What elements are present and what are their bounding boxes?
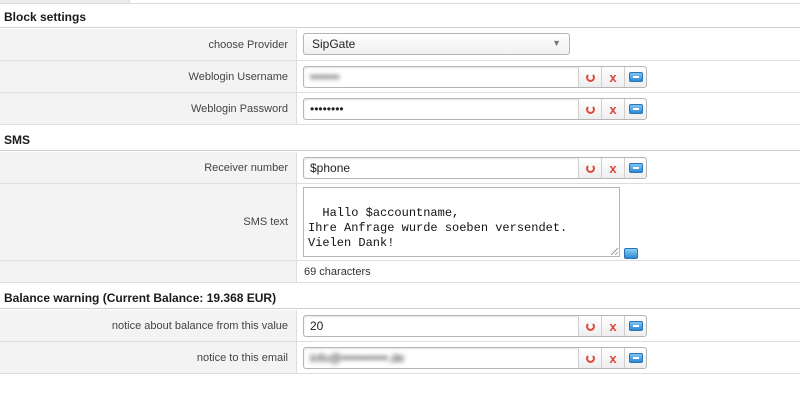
balance-threshold-clear-button[interactable]: x: [601, 316, 624, 336]
variables-icon: [628, 163, 643, 173]
reset-icon: [585, 163, 595, 173]
password-clear-button[interactable]: x: [601, 99, 624, 119]
receiver-input[interactable]: $phone: [304, 158, 578, 178]
reset-icon: [585, 104, 595, 114]
receiver-label: Receiver number: [204, 161, 288, 174]
row-char-count: [0, 261, 800, 283]
provider-select-value: SipGate: [312, 37, 356, 51]
variables-icon: [628, 353, 643, 363]
username-variables-button[interactable]: [624, 67, 646, 87]
variables-icon: [628, 321, 643, 331]
notice-email-reset-button[interactable]: [578, 348, 601, 368]
close-icon: x: [609, 101, 617, 117]
sms-text-textarea[interactable]: Hallo $accountname, Ihre Anfrage wurde s…: [303, 187, 620, 257]
password-field: •••••••• x: [303, 98, 647, 120]
balance-threshold-field: 20 x: [303, 315, 647, 337]
notice-email-input[interactable]: info@•••••••••••.de: [304, 348, 578, 368]
username-reset-button[interactable]: [578, 67, 601, 87]
section-header-sms: SMS: [0, 127, 800, 151]
username-field: ••••••• x: [303, 66, 647, 88]
resize-grip-icon[interactable]: [611, 248, 618, 255]
close-icon: x: [609, 318, 617, 334]
variables-icon: [628, 72, 643, 82]
section-header-balance-warning: Balance warning (Current Balance: 19.368…: [0, 285, 800, 309]
receiver-variables-button[interactable]: [624, 158, 646, 178]
balance-threshold-reset-button[interactable]: [578, 316, 601, 336]
password-label: Weblogin Password: [190, 102, 288, 115]
balance-threshold-input[interactable]: 20: [304, 316, 578, 336]
balance-threshold-label: notice about balance from this value: [111, 319, 288, 332]
notice-email-field: info@•••••••••••.de x: [303, 347, 647, 369]
reset-icon: [585, 353, 595, 363]
provider-select[interactable]: SipGate ▼: [303, 33, 570, 55]
notice-email-variables-button[interactable]: [624, 348, 646, 368]
reset-icon: [585, 72, 595, 82]
password-variables-button[interactable]: [624, 99, 646, 119]
notice-email-label: notice to this email: [196, 351, 288, 364]
character-counter: 69 characters: [304, 266, 371, 278]
notice-email-clear-button[interactable]: x: [601, 348, 624, 368]
receiver-field: $phone x: [303, 157, 647, 179]
username-label: Weblogin Username: [188, 70, 288, 83]
sms-text-label: SMS text: [243, 216, 288, 228]
balance-threshold-variables-button[interactable]: [624, 316, 646, 336]
close-icon: x: [609, 160, 617, 176]
username-input[interactable]: •••••••: [304, 67, 578, 87]
username-clear-button[interactable]: x: [601, 67, 624, 87]
provider-label: choose Provider: [208, 38, 289, 51]
sms-text-value: Hallo $accountname, Ihre Anfrage wurde s…: [308, 206, 568, 250]
variables-icon: [628, 104, 643, 114]
password-input[interactable]: ••••••••: [304, 99, 578, 119]
close-icon: x: [609, 350, 617, 366]
section-header-block-settings: Block settings: [0, 4, 800, 28]
reset-icon: [585, 321, 595, 331]
chevron-down-icon: ▼: [552, 38, 561, 48]
sms-text-variables-icon[interactable]: [624, 248, 638, 259]
password-reset-button[interactable]: [578, 99, 601, 119]
receiver-reset-button[interactable]: [578, 158, 601, 178]
receiver-clear-button[interactable]: x: [601, 158, 624, 178]
close-icon: x: [609, 69, 617, 85]
